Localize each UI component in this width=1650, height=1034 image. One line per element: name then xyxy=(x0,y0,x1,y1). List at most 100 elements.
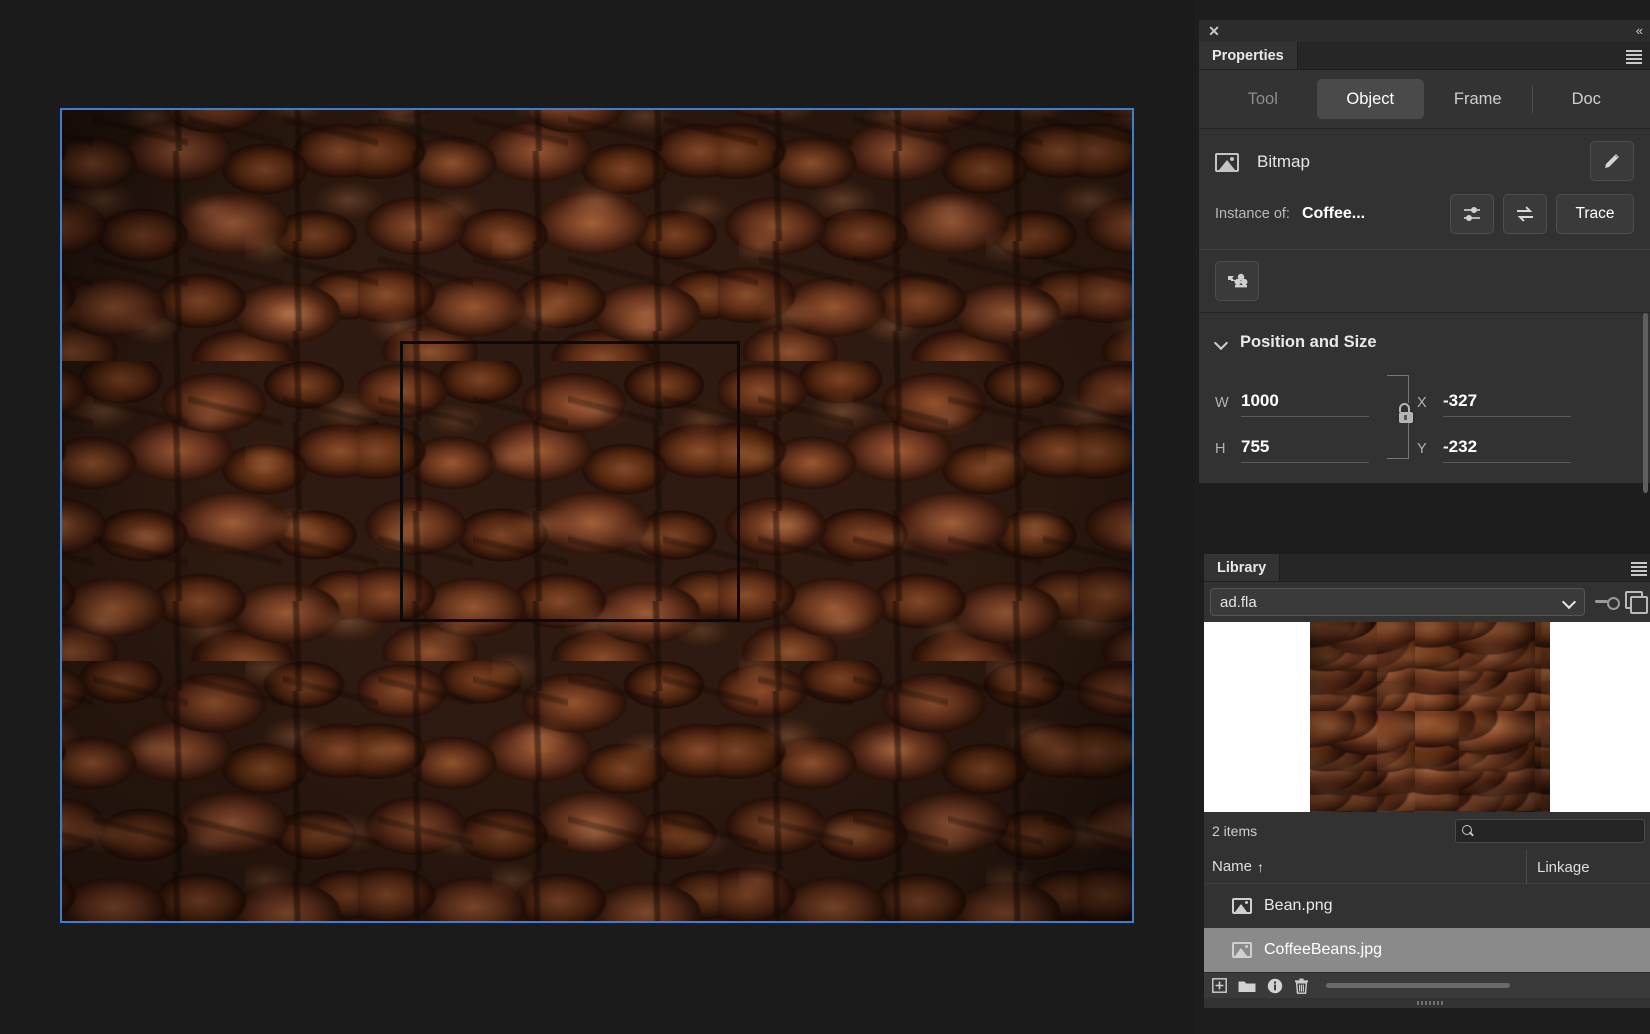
column-header-linkage[interactable]: Linkage xyxy=(1526,850,1590,884)
x-row: X -327 xyxy=(1417,371,1637,417)
x-label: X xyxy=(1417,395,1427,411)
sort-ascending-icon: ↑ xyxy=(1257,858,1265,875)
stage-area xyxy=(0,0,1194,1034)
position-column: X -327 Y -232 xyxy=(1417,371,1637,463)
instance-of-value[interactable]: Coffee... xyxy=(1302,205,1365,223)
swap-bitmap-button[interactable] xyxy=(1503,194,1547,234)
height-input[interactable]: 755 xyxy=(1241,437,1369,463)
new-folder-button[interactable] xyxy=(1238,979,1256,993)
library-tabstrip: Library xyxy=(1204,554,1650,582)
library-column-header: Name ↑ Linkage xyxy=(1204,850,1650,884)
object-tools-strip xyxy=(1199,249,1650,312)
tab-properties[interactable]: Properties xyxy=(1199,42,1297,69)
bitmap-icon xyxy=(1232,942,1252,958)
unlock-aspect-ratio-icon[interactable] xyxy=(1397,403,1415,423)
preview-vignette xyxy=(1309,622,1550,812)
library-document-select[interactable]: ad.fla xyxy=(1210,588,1585,616)
list-item[interactable]: CoffeeBeans.jpg xyxy=(1204,928,1650,972)
library-preview-image xyxy=(1309,622,1550,812)
object-properties-header: Bitmap Instance of: Coffee... Trace xyxy=(1199,128,1650,249)
library-document-row: ad.fla xyxy=(1204,582,1650,622)
library-status-row: 2 items xyxy=(1204,812,1650,850)
bitmap-icon xyxy=(1232,898,1252,914)
new-folder-icon xyxy=(1238,981,1256,992)
lock-shackle xyxy=(1399,403,1410,412)
object-type-row: Bitmap xyxy=(1215,141,1634,183)
sliders-icon xyxy=(1464,207,1480,221)
stage-canvas[interactable] xyxy=(60,108,1134,923)
canvas-bitmap-coffeebeans[interactable] xyxy=(62,110,1132,921)
dock-inner: ✕ « Properties Tool Object Frame Doc Bit… xyxy=(1199,20,1650,1008)
list-item-label: CoffeeBeans.jpg xyxy=(1264,941,1383,958)
list-item[interactable]: Bean.png xyxy=(1204,884,1650,928)
edit-bitmap-button[interactable] xyxy=(1590,141,1634,181)
position-and-size-title: Position and Size xyxy=(1240,332,1377,351)
dock-title-bar: ✕ « xyxy=(1199,20,1650,42)
item-properties-button[interactable] xyxy=(1267,978,1283,994)
library-resize-gripper[interactable] xyxy=(1204,998,1650,1008)
instance-row: Instance of: Coffee... Trace xyxy=(1215,193,1634,235)
height-label: H xyxy=(1215,441,1226,457)
tab-frame[interactable]: Frame xyxy=(1424,79,1532,119)
tab-tool[interactable]: Tool xyxy=(1209,79,1317,119)
chevron-down-icon xyxy=(1215,336,1228,349)
width-input[interactable]: 1000 xyxy=(1241,391,1369,417)
library-bottom-toolbar xyxy=(1204,972,1650,998)
trace-bitmap-button[interactable]: Trace xyxy=(1556,194,1634,234)
library-panel-menu-icon[interactable] xyxy=(1631,562,1647,576)
y-label: Y xyxy=(1417,441,1427,457)
x-value: -327 xyxy=(1443,391,1478,410)
image-icon xyxy=(1215,152,1239,172)
swap-arrows-icon xyxy=(1517,206,1533,222)
library-item-count: 2 items xyxy=(1212,823,1258,839)
search-icon xyxy=(1462,825,1474,837)
bitmap-adjust-button[interactable] xyxy=(1450,194,1494,234)
chevron-down-icon xyxy=(1563,596,1575,608)
tabstrip-filler xyxy=(1296,42,1650,69)
close-icon[interactable]: ✕ xyxy=(1203,20,1225,42)
x-input[interactable]: -327 xyxy=(1443,391,1571,417)
new-symbol-button[interactable] xyxy=(1212,978,1227,993)
y-row: Y -232 xyxy=(1417,417,1637,463)
animate-window: ✕ « Properties Tool Object Frame Doc Bit… xyxy=(0,0,1650,1034)
width-label: W xyxy=(1215,395,1229,411)
new-symbol-icon xyxy=(1212,978,1227,993)
properties-scrollbar[interactable] xyxy=(1643,313,1648,493)
break-apart-button[interactable] xyxy=(1215,261,1259,301)
list-item-label: Bean.png xyxy=(1264,897,1333,914)
library-document-value: ad.fla xyxy=(1220,593,1257,611)
object-type-label: Bitmap xyxy=(1257,152,1310,171)
properties-tabstrip: Properties xyxy=(1199,42,1650,70)
library-width-slider[interactable] xyxy=(1326,983,1510,988)
info-icon xyxy=(1267,978,1283,993)
column-name-label: Name xyxy=(1212,858,1253,875)
library-search-box[interactable] xyxy=(1455,819,1645,843)
tab-doc[interactable]: Doc xyxy=(1533,79,1641,119)
column-header-name[interactable]: Name ↑ xyxy=(1212,858,1264,875)
position-and-size-header[interactable]: Position and Size xyxy=(1215,327,1634,357)
panel-dock: ✕ « Properties Tool Object Frame Doc Bit… xyxy=(1194,0,1650,1034)
trash-icon xyxy=(1295,978,1308,994)
library-item-list: Bean.png CoffeeBeans.jpg xyxy=(1204,884,1650,972)
library-preview-pane xyxy=(1204,622,1650,812)
y-value: -232 xyxy=(1443,437,1478,456)
y-input[interactable]: -232 xyxy=(1443,437,1571,463)
library-panel: Library ad.fla 2 items Name ↑ Linkage Be… xyxy=(1204,554,1650,1008)
tab-library[interactable]: Library xyxy=(1204,554,1280,581)
width-value: 1000 xyxy=(1241,391,1279,410)
library-search-input[interactable] xyxy=(1480,823,1638,839)
instance-of-label: Instance of: xyxy=(1215,206,1290,222)
pencil-icon xyxy=(1605,154,1619,168)
position-and-size-section: Position and Size W 1000 H 755 X -327 Y … xyxy=(1199,312,1650,493)
properties-panel-menu-icon[interactable] xyxy=(1626,50,1642,64)
pin-library-icon[interactable] xyxy=(1593,592,1620,612)
lock-body xyxy=(1399,412,1413,423)
bitmap-vignette xyxy=(62,110,1132,921)
collapse-panel-icon[interactable]: « xyxy=(1636,23,1643,38)
tab-object[interactable]: Object xyxy=(1316,79,1424,119)
delete-button[interactable] xyxy=(1294,978,1309,994)
position-size-grid: W 1000 H 755 X -327 Y -232 xyxy=(1215,371,1634,475)
properties-segmented-control: Tool Object Frame Doc xyxy=(1199,70,1650,128)
new-library-panel-icon[interactable] xyxy=(1625,591,1648,614)
library-tabstrip-filler xyxy=(1279,554,1650,581)
